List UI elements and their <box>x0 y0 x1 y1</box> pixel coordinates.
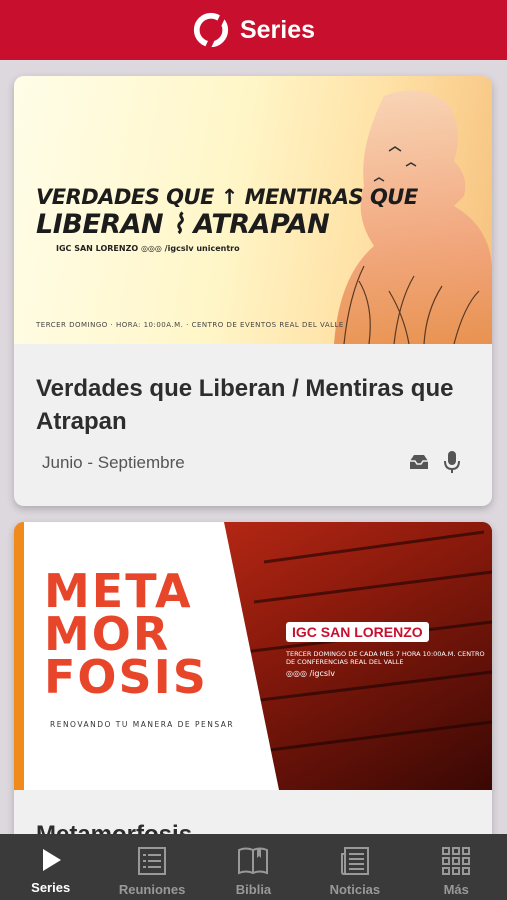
banner-meta: IGC SAN LORENZO ◎◎◎ /igcslv unicentro <box>56 244 240 253</box>
tab-series[interactable]: Series <box>0 834 101 900</box>
series-list[interactable]: VERDADES QUE ↑ MENTIRAS QUE LIBERAN ⌇ AT… <box>0 60 507 834</box>
banner-info: TERCER DOMINGO DE CADA MES 7 HORA 10:00A… <box>286 650 485 678</box>
tab-reuniones[interactable]: Reuniones <box>102 834 203 900</box>
series-card[interactable]: META MOR FOSIS RENOVANDO TU MANERA DE PE… <box>14 522 492 834</box>
church-name: IGC SAN LORENZO <box>286 622 429 642</box>
tab-mas[interactable]: Más <box>406 834 507 900</box>
banner-tagline: RENOVANDO TU MANERA DE PENSAR <box>50 720 235 729</box>
list-icon <box>138 847 167 875</box>
series-title: Verdades que Liberan / Mentiras que Atra… <box>36 375 454 435</box>
grid-icon <box>442 847 471 875</box>
series-title: Metamorfosis <box>36 818 466 834</box>
banner-heading: META MOR FOSIS <box>44 564 208 704</box>
series-card[interactable]: VERDADES QUE ↑ MENTIRAS QUE LIBERAN ⌇ AT… <box>14 76 492 506</box>
series-banner: VERDADES QUE ↑ MENTIRAS QUE LIBERAN ⌇ AT… <box>14 76 492 344</box>
tab-biblia[interactable]: Biblia <box>203 834 304 900</box>
book-icon <box>238 847 269 875</box>
newspaper-icon <box>340 847 369 875</box>
tab-noticias[interactable]: Noticias <box>304 834 405 900</box>
page-title: Series <box>239 15 316 44</box>
church-logo-icon <box>193 12 229 49</box>
series-banner: META MOR FOSIS RENOVANDO TU MANERA DE PE… <box>14 522 492 790</box>
tab-bar: Series Reuniones Biblia Noticias Más <box>0 834 507 900</box>
play-icon <box>42 849 61 871</box>
app-header: Series <box>0 0 507 60</box>
banner-heading: VERDADES QUE ↑ MENTIRAS QUE LIBERAN ⌇ AT… <box>36 185 418 240</box>
accent-stripe <box>14 522 24 790</box>
series-dates: Junio - Septiembre <box>42 453 185 472</box>
inbox-icon[interactable] <box>408 454 430 470</box>
microphone-icon[interactable] <box>444 450 460 474</box>
banner-footer: TERCER DOMINGO · HORA: 10:00A.M. · CENTR… <box>36 321 344 329</box>
